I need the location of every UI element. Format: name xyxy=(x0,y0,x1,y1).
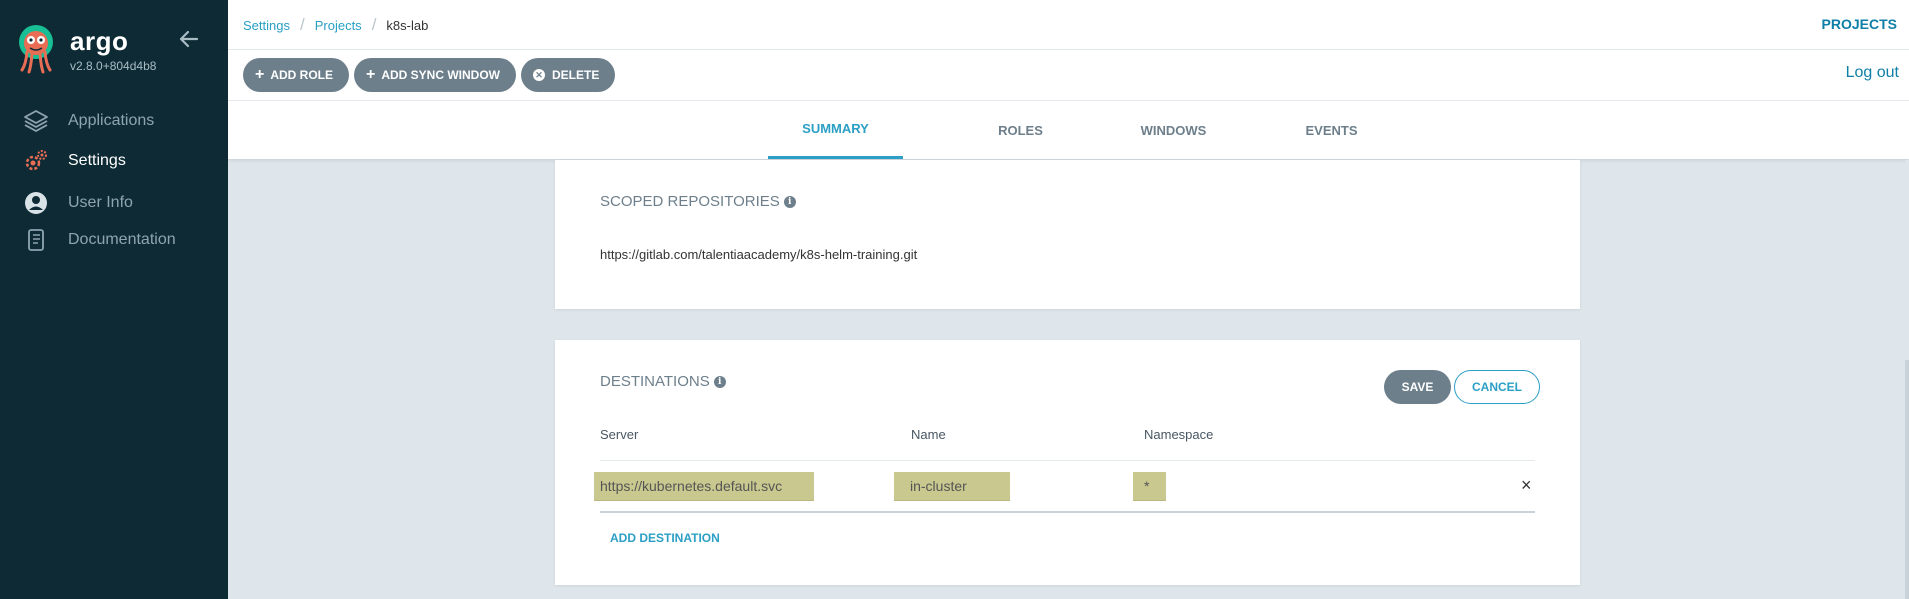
breadcrumb: Settings / Projects / k8s-lab xyxy=(243,15,428,35)
user-circle-icon xyxy=(22,189,50,217)
sidebar-item-documentation[interactable]: Documentation xyxy=(22,226,176,254)
book-icon xyxy=(22,226,50,254)
add-role-button[interactable]: + ADD ROLE xyxy=(243,58,350,92)
scrollbar[interactable] xyxy=(1905,160,1909,599)
delete-label: DELETE xyxy=(552,68,600,82)
namespace-input[interactable]: * xyxy=(1133,472,1166,501)
cancel-button[interactable]: CANCEL xyxy=(1454,370,1540,404)
projects-link[interactable]: PROJECTS xyxy=(1822,16,1897,32)
scrollbar-thumb[interactable] xyxy=(1905,360,1909,599)
column-header-name: Name xyxy=(911,427,946,442)
sidebar-item-applications[interactable]: Applications xyxy=(22,107,154,135)
tab-windows[interactable]: WINDOWS xyxy=(1116,101,1231,159)
sidebar-item-label: Applications xyxy=(68,112,155,129)
add-sync-window-button[interactable]: + ADD SYNC WINDOW xyxy=(354,58,517,92)
logout-link[interactable]: Log out xyxy=(1846,64,1899,82)
tab-roles[interactable]: ROLES xyxy=(963,101,1078,159)
tab-summary[interactable]: SUMMARY xyxy=(768,101,903,159)
argo-octopus-logo xyxy=(19,25,53,74)
breadcrumb-settings[interactable]: Settings xyxy=(243,18,290,33)
times-circle-icon: ✕ xyxy=(533,69,545,81)
divider xyxy=(600,460,1535,461)
card-title: DESTINATIONS i xyxy=(600,373,726,390)
sidebar-item-label: Settings xyxy=(68,152,126,169)
scoped-repositories-title: SCOPED REPOSITORIES xyxy=(600,193,780,210)
save-button[interactable]: SAVE xyxy=(1384,370,1451,404)
remove-destination-icon[interactable]: × xyxy=(1521,475,1532,496)
plus-icon: + xyxy=(255,66,265,83)
name-input[interactable]: in-cluster xyxy=(894,472,1010,501)
breadcrumb-current: k8s-lab xyxy=(386,17,429,33)
card-title: SCOPED REPOSITORIES i xyxy=(600,193,796,210)
info-icon[interactable]: i xyxy=(713,375,726,388)
info-icon[interactable]: i xyxy=(783,195,796,208)
sidebar-item-label: User Info xyxy=(68,194,133,211)
collapse-arrow-icon[interactable] xyxy=(178,28,200,50)
breadcrumb-projects[interactable]: Projects xyxy=(315,18,362,33)
add-sync-window-label: ADD SYNC WINDOW xyxy=(381,68,501,82)
breadcrumb-separator: / xyxy=(299,15,305,34)
destinations-title: DESTINATIONS xyxy=(600,373,710,390)
sidebar: argo v2.8.0+804d4b8 Applications Setting… xyxy=(0,0,228,599)
delete-button[interactable]: ✕ DELETE xyxy=(521,58,616,92)
divider xyxy=(600,511,1535,513)
breadcrumb-separator: / xyxy=(371,15,377,34)
repository-url: https://gitlab.com/talentiaacademy/k8s-h… xyxy=(600,247,918,262)
top-bar: Settings / Projects / k8s-lab PROJECTS xyxy=(228,0,1909,50)
add-role-label: ADD ROLE xyxy=(270,68,334,82)
brand-name: argo xyxy=(70,26,129,56)
column-header-namespace: Namespace xyxy=(1144,427,1214,442)
plus-icon: + xyxy=(366,66,376,83)
version-label: v2.8.0+804d4b8 xyxy=(70,59,157,73)
add-destination-button[interactable]: ADD DESTINATION xyxy=(610,531,720,545)
toolbar: + ADD ROLE + ADD SYNC WINDOW ✕ DELETE Lo… xyxy=(228,50,1909,101)
gears-icon xyxy=(22,147,50,175)
sidebar-item-settings[interactable]: Settings xyxy=(22,147,126,175)
server-input[interactable]: https://kubernetes.default.svc xyxy=(594,472,814,501)
layers-icon xyxy=(22,107,50,135)
column-header-server: Server xyxy=(600,427,639,442)
sidebar-item-label: Documentation xyxy=(68,231,176,248)
tab-events[interactable]: EVENTS xyxy=(1274,101,1389,159)
tab-bar: SUMMARY ROLES WINDOWS EVENTS xyxy=(228,101,1909,159)
destinations-card: DESTINATIONS i SAVE CANCEL Server Name N… xyxy=(555,340,1580,585)
sidebar-item-user-info[interactable]: User Info xyxy=(22,189,133,217)
scoped-repositories-card: SCOPED REPOSITORIES i https://gitlab.com… xyxy=(555,160,1580,309)
